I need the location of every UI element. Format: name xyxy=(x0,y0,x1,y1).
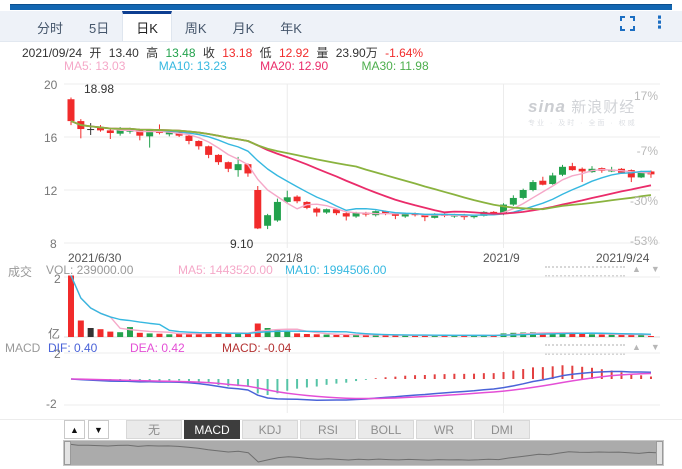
period-tabbar: 分时 5日 日K 周K 月K 年K xyxy=(0,11,682,42)
indicator-tab-boll[interactable]: BOLL xyxy=(358,420,414,439)
quote-date: 2021/09/24 xyxy=(22,46,83,60)
indicator-tab-wr[interactable]: WR xyxy=(416,420,472,439)
range-handle-left[interactable] xyxy=(64,441,71,465)
close-value: 13.18 xyxy=(222,46,253,60)
range-scrollbar[interactable] xyxy=(63,440,664,466)
tab-yearly-k[interactable]: 年K xyxy=(267,11,315,41)
volume-value: 23.90万 xyxy=(335,46,378,60)
low-label: 低 xyxy=(259,46,272,60)
y-axis-tick: 8 xyxy=(50,237,57,251)
indicator-tab-none[interactable]: 无 xyxy=(126,420,182,439)
ma10-value: MA10: 13.23 xyxy=(158,59,227,73)
indicator-tab-rsi[interactable]: RSI xyxy=(300,420,356,439)
pct-axis-tick: 17% xyxy=(633,89,658,103)
indicator-tab-kdj[interactable]: KDJ xyxy=(242,420,298,439)
open-value: 13.40 xyxy=(108,46,139,60)
x-axis-tick: 2021/9/24 xyxy=(596,251,650,265)
kebab-menu-icon[interactable]: ⋮ xyxy=(651,14,668,31)
indicator-tab-row: ▲ ▼ 无 MACD KDJ RSI BOLL WR DMI xyxy=(0,419,682,440)
indicator-tab-dmi[interactable]: DMI xyxy=(474,420,530,439)
range-minimap xyxy=(67,443,660,463)
volume-chart[interactable] xyxy=(0,268,682,338)
ma5-value: MA5: 13.03 xyxy=(64,59,126,73)
high-label: 高 xyxy=(146,46,159,60)
ma-values-bar: MA5: 13.03 MA10: 13.23 MA20: 12.90 MA30:… xyxy=(64,59,459,73)
pct-axis-tick: -7% xyxy=(636,144,658,158)
indicator-tabs: 无 MACD KDJ RSI BOLL WR DMI xyxy=(126,420,530,439)
tab-minute[interactable]: 分时 xyxy=(24,11,76,41)
open-label: 开 xyxy=(89,46,102,60)
ma30-value: MA30: 11.98 xyxy=(361,59,429,73)
tab-daily-k[interactable]: 日K xyxy=(122,11,172,41)
y-axis-tick: 20 xyxy=(44,78,58,92)
macd-chart[interactable] xyxy=(0,349,682,417)
range-handle-right[interactable] xyxy=(656,441,663,465)
toolbar-icons: ⋮ xyxy=(620,14,668,31)
change-percent: -1.64% xyxy=(385,46,424,60)
indicator-tab-macd[interactable]: MACD xyxy=(184,420,240,439)
high-annotation: 18.98 xyxy=(84,82,115,96)
low-value: 12.92 xyxy=(278,46,309,60)
tab-5day[interactable]: 5日 xyxy=(76,11,122,41)
top-divider xyxy=(10,4,672,10)
tab-weekly-k[interactable]: 周K xyxy=(172,11,220,41)
tabbar-spacer xyxy=(0,11,24,41)
y-axis-tick: 12 xyxy=(44,184,58,198)
candlestick-chart[interactable] xyxy=(0,75,682,255)
high-value: 13.48 xyxy=(165,46,196,60)
pct-axis-tick: -30% xyxy=(629,194,658,208)
stock-chart-widget: 分时 5日 日K 周K 月K 年K ⋮ 2021/09/24 开 13.40 高… xyxy=(0,0,682,469)
y-axis-tick: 16 xyxy=(44,131,58,145)
x-axis-tick: 2021/9 xyxy=(483,251,520,265)
close-label: 收 xyxy=(202,46,215,60)
tab-monthly-k[interactable]: 月K xyxy=(220,11,268,41)
scroll-down-button[interactable]: ▼ xyxy=(88,420,109,439)
volume-label: 量 xyxy=(316,46,329,60)
fullscreen-icon[interactable] xyxy=(620,15,635,31)
low-annotation: 9.10 xyxy=(230,237,254,251)
pct-axis-tick: -53% xyxy=(629,234,658,248)
scroll-up-button[interactable]: ▲ xyxy=(64,420,85,439)
ma20-value: MA20: 12.90 xyxy=(260,59,329,73)
